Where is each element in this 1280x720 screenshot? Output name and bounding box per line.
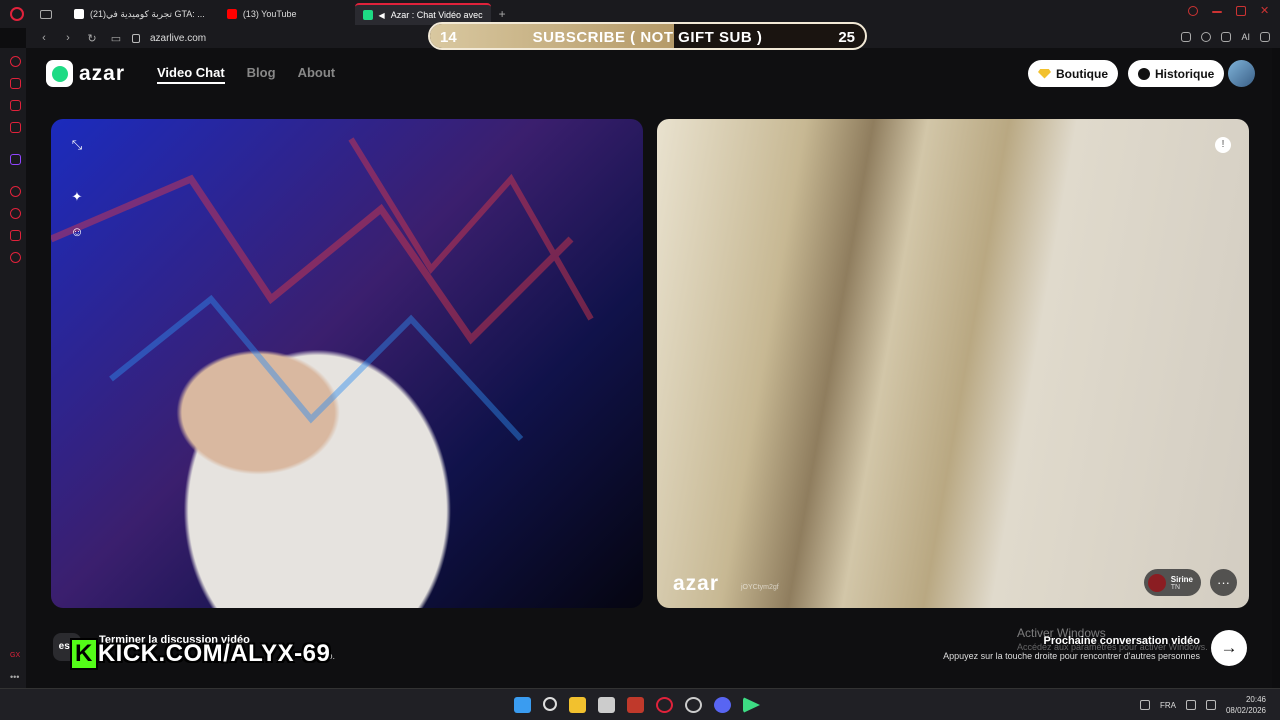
extensions-icon[interactable] (1181, 32, 1192, 42)
tiktok-icon (74, 9, 84, 19)
subscribe-goal-count: 25 (838, 29, 855, 46)
avatar[interactable] (1228, 60, 1255, 87)
menu-icon[interactable] (1260, 32, 1270, 42)
close-icon[interactable]: ✕ (1260, 6, 1270, 17)
subscribe-goal-overlay: 14 SUBSCRIBE ( NOT GIFT SUB ) 25 (428, 22, 867, 50)
clock-date: 08/02/2026 (1225, 706, 1266, 715)
tab-label: (21)تجربة كوميدية في GTA: ... (90, 8, 205, 19)
tab-label: (13) YouTube (242, 9, 297, 19)
search-tabs-icon[interactable] (1188, 6, 1198, 16)
opera-sidebar: GX ••• (0, 48, 26, 688)
taskbar-apps (514, 697, 760, 713)
mic-icon[interactable] (1139, 700, 1150, 710)
play-store-icon[interactable] (743, 697, 760, 713)
profile-icon[interactable] (1201, 32, 1212, 42)
clock-icon (1138, 67, 1150, 80)
more-icon[interactable]: ••• (10, 672, 19, 682)
search-icon[interactable] (543, 697, 557, 711)
opera-logo-icon[interactable] (10, 7, 24, 21)
opera-gx-icon[interactable] (656, 697, 673, 713)
nav-about[interactable]: About (298, 65, 336, 84)
instagram-icon[interactable] (10, 122, 21, 133)
system-tray: FRA 20:46 08/02/2026 (1139, 694, 1266, 716)
remote-user-avatar (1147, 573, 1166, 592)
store-icon[interactable] (598, 697, 615, 713)
kick-url: KICK.COM/ALYX-69 (97, 640, 331, 667)
emoji-icon[interactable]: ☺ (66, 220, 88, 242)
remote-video: ! azar jOYCtym2gf Sirine TN ··· (657, 119, 1249, 608)
twitch-icon[interactable] (10, 154, 21, 165)
speaker-icon: ◀ (378, 10, 385, 20)
taskbar-clock[interactable]: 20:46 08/02/2026 (1226, 694, 1266, 716)
remote-user-country: TN (1170, 583, 1181, 591)
nav-blog[interactable]: Blog (247, 65, 276, 84)
tab-list-icon[interactable] (40, 9, 52, 19)
windows-start-icon[interactable] (514, 697, 531, 713)
watermark-id: jOYCtym2gf (741, 584, 779, 591)
player-icon[interactable] (10, 78, 21, 89)
reload-icon[interactable]: ↻ (86, 32, 98, 45)
gx-icon[interactable]: GX (10, 652, 20, 659)
gem-icon (1038, 68, 1051, 79)
exit-fullscreen-icon[interactable]: ⤡ (66, 134, 88, 156)
youtube-icon (226, 9, 237, 19)
window-controls: ✕ (1188, 6, 1270, 17)
logo-text: azar (79, 61, 126, 85)
kick-stream-overlay: K KICK.COM/ALYX-69 (70, 638, 330, 670)
play-icon[interactable] (10, 186, 21, 197)
gx-control-icon[interactable] (10, 56, 21, 67)
browser-toolbar: AI (1181, 32, 1270, 42)
azar-watermark: azar (673, 572, 720, 595)
azar-logo-icon (46, 60, 73, 87)
subscribe-goal-text: SUBSCRIBE ( NOT GIFT SUB ) (532, 29, 763, 46)
file-explorer-icon[interactable] (569, 697, 586, 713)
historique-label: Historique (1155, 66, 1215, 81)
extensions-sidebar-icon[interactable] (10, 230, 21, 241)
maximize-icon[interactable] (1236, 6, 1246, 16)
minimize-icon[interactable] (1212, 11, 1222, 13)
messenger-icon[interactable] (10, 100, 21, 111)
camera-icon[interactable]: ▭ (110, 32, 122, 45)
background-pattern (51, 137, 594, 442)
discord-icon[interactable] (714, 697, 731, 713)
tab-label: Azar : Chat Vidéo avec (390, 10, 483, 20)
ai-button[interactable]: AI (1241, 32, 1250, 42)
windows-taskbar: FRA 20:46 08/02/2026 (0, 688, 1280, 720)
network-icon[interactable] (1185, 700, 1196, 710)
clock-time: 20:46 (1245, 695, 1266, 704)
effects-wand-icon[interactable]: ✦ (66, 186, 88, 208)
tab-youtube[interactable]: (13) YouTube (219, 3, 305, 25)
url-field[interactable]: azarlive.com (150, 33, 206, 44)
stream-app-icon[interactable] (627, 697, 644, 713)
back-icon[interactable]: ‹ (38, 32, 50, 44)
next-chat-button[interactable]: → (1211, 630, 1247, 666)
new-tab-plus-icon[interactable]: + (499, 7, 506, 21)
azar-page: azar Video Chat Blog About Boutique Hist… (26, 48, 1272, 688)
lock-icon[interactable] (132, 33, 140, 43)
history-icon[interactable] (10, 208, 21, 219)
language-indicator[interactable]: FRA (1160, 701, 1176, 710)
main-nav: Video Chat Blog About (157, 65, 335, 84)
azar-favicon-icon (362, 10, 373, 20)
forward-icon[interactable]: › (62, 32, 74, 44)
local-video: ⤡ ✦ ☺ (51, 119, 643, 608)
kick-logo-icon: K (70, 638, 98, 670)
report-shield-icon[interactable]: ! (1215, 137, 1231, 153)
remote-user-name: Sirine (1170, 574, 1193, 584)
settings-icon[interactable] (10, 252, 21, 263)
tab-gta-video[interactable]: (21)تجربة كوميدية في GTA: ... (66, 3, 213, 25)
next-chat-subtitle: Appuyez sur la touche droite pour rencon… (943, 651, 1200, 661)
remote-user-badge[interactable]: Sirine TN (1143, 569, 1201, 596)
chat-bubble-icon[interactable]: ··· (1210, 569, 1237, 596)
azar-logo[interactable]: azar (46, 60, 125, 87)
next-chat-title: Prochaine conversation vidéo (1043, 635, 1201, 647)
boutique-button[interactable]: Boutique (1028, 60, 1118, 87)
volume-icon[interactable] (1205, 700, 1216, 710)
nav-video-chat[interactable]: Video Chat (157, 65, 225, 84)
steam-icon[interactable] (685, 697, 702, 713)
boutique-label: Boutique (1056, 66, 1108, 81)
historique-button[interactable]: Historique (1128, 60, 1225, 87)
download-icon[interactable] (1221, 32, 1232, 42)
